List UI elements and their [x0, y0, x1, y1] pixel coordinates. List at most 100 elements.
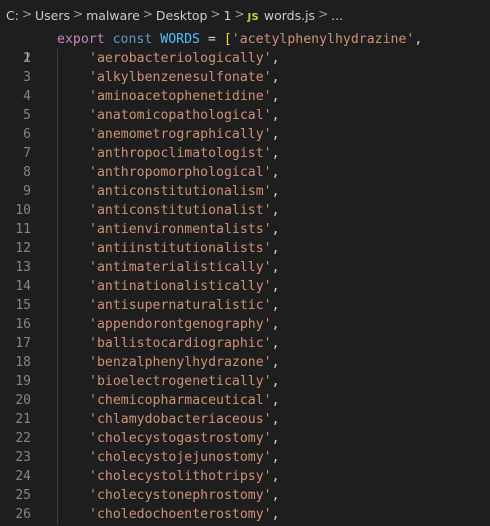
line-number: 11 — [15, 222, 31, 237]
comma: , — [271, 469, 280, 484]
comma: , — [271, 108, 280, 123]
comma: , — [271, 317, 280, 332]
indent-guide — [57, 315, 58, 334]
string-literal: 'anatomicopathological' — [89, 108, 272, 123]
indent-guide — [57, 49, 58, 68]
line-number: 6 — [23, 127, 31, 142]
string-literal: 'cholecystojejunostomy' — [89, 450, 272, 465]
code-content: 'ballistocardiographic', — [89, 334, 280, 353]
line-number: 12 — [15, 241, 31, 256]
line-number: 19 — [15, 374, 31, 389]
code-editor[interactable]: 1 export const WORDS = ['acetylphenylhyd… — [0, 30, 490, 526]
string-literal: 'benzalphenylhydrazone' — [89, 355, 272, 370]
breadcrumb-item-folder-1[interactable]: 1 — [224, 8, 232, 23]
code-line: 21 'chlamydobacteriaceous', — [0, 410, 490, 429]
comma: , — [271, 222, 280, 237]
code-content: 'anthropoclimatologist', — [89, 144, 280, 163]
indent-guide — [57, 106, 58, 125]
string-literal: 'antiinstitutionalists' — [89, 241, 272, 256]
string-literal: 'alkylbenzenesulfonate' — [89, 70, 272, 85]
comma: , — [271, 507, 280, 522]
code-content: 'cholecystojejunostomy', — [89, 448, 280, 467]
comma: , — [271, 488, 280, 503]
line-number: 15 — [15, 298, 31, 313]
identifier-words: WORDS — [160, 32, 200, 47]
code-line: 9 'anticonstitutionalism', — [0, 182, 490, 201]
string-literal: 'anthropomorphological' — [89, 165, 272, 180]
string-literal: 'bioelectrogenetically' — [89, 374, 272, 389]
indent-guide — [57, 353, 58, 372]
code-line: 19 'bioelectrogenetically', — [0, 372, 490, 391]
line-number: 9 — [23, 184, 31, 199]
code-content: 'anthropomorphological', — [89, 163, 280, 182]
keyword-export: export — [57, 32, 105, 47]
line-number: 26 — [15, 507, 31, 522]
code-line: 1 export const WORDS = ['acetylphenylhyd… — [0, 30, 490, 66]
code-line: 13 'antimaterialistically', — [0, 258, 490, 277]
code-line: 4 'aminoacetophenetidine', — [0, 87, 490, 106]
string-literal: 'anthropoclimatologist' — [89, 146, 272, 161]
line-number: 5 — [23, 108, 31, 123]
comma: , — [271, 393, 280, 408]
indent-guide — [57, 505, 58, 524]
breadcrumb-item-users[interactable]: Users — [35, 8, 70, 23]
indent-guide — [57, 334, 58, 353]
line-number: 3 — [23, 70, 31, 85]
indent-guide — [57, 220, 58, 239]
chevron-right-icon: > — [21, 7, 33, 21]
indent-guide — [57, 201, 58, 220]
indent-guide — [57, 448, 58, 467]
keyword-const: const — [112, 32, 153, 47]
comma: , — [271, 336, 280, 351]
code-content: 'cholecystogastrostomy', — [89, 429, 280, 448]
breadcrumb-item-malware[interactable]: malware — [86, 8, 140, 23]
chevron-right-icon: > — [318, 7, 329, 21]
breadcrumb-item-file[interactable]: JS words.js — [248, 8, 316, 23]
comma: , — [414, 32, 423, 47]
indent-guide — [57, 372, 58, 391]
indent-guide — [57, 125, 58, 144]
string-literal: 'anemometrographically' — [89, 127, 272, 142]
code-content: 'antiinstitutionalists', — [89, 239, 280, 258]
string-literal: 'antimaterialistically' — [89, 260, 272, 275]
line-number: 7 — [23, 146, 31, 161]
comma: , — [271, 165, 280, 180]
line-number: 4 — [23, 89, 31, 104]
code-line: 5 'anatomicopathological', — [0, 106, 490, 125]
code-content: 'antinationalistically', — [89, 277, 280, 296]
chevron-right-icon: > — [142, 7, 153, 21]
indent-guide — [57, 391, 58, 410]
code-content: 'anatomicopathological', — [89, 106, 280, 125]
code-content: 'appendorontgenography', — [89, 315, 280, 334]
code-line: 18 'benzalphenylhydrazone', — [0, 353, 490, 372]
code-line: 6 'anemometrographically', — [0, 125, 490, 144]
indent-guide — [57, 296, 58, 315]
line-number: 20 — [15, 393, 31, 408]
code-content: 'antienvironmentalists', — [89, 220, 280, 239]
comma: , — [271, 450, 280, 465]
string-literal: 'appendorontgenography' — [89, 317, 272, 332]
code-content: 'cholecystolithotripsy', — [89, 467, 280, 486]
comma: , — [271, 127, 280, 142]
comma: , — [271, 51, 280, 66]
string-literal: 'anticonstitutionalist' — [89, 203, 272, 218]
indent-guide — [57, 277, 58, 296]
code-line: 17 'ballistocardiographic', — [0, 334, 490, 353]
code-content: 'chemicopharmaceutical', — [89, 391, 280, 410]
chevron-right-icon: > — [210, 7, 221, 21]
line-number: 22 — [15, 431, 31, 446]
comma: , — [271, 203, 280, 218]
code-line: 8 'anthropomorphological', — [0, 163, 490, 182]
string-literal: 'antinationalistically' — [89, 279, 272, 294]
comma: , — [271, 70, 280, 85]
code-content: 'anticonstitutionalism', — [89, 182, 280, 201]
code-line: 3 'alkylbenzenesulfonate', — [0, 68, 490, 87]
indent-guide — [57, 410, 58, 429]
code-line: 2 'aerobacteriologically', — [0, 49, 490, 68]
breadcrumb-symbol-ellipsis[interactable]: ... — [331, 8, 343, 23]
code-line: 15 'antisupernaturalistic', — [0, 296, 490, 315]
code-line: 7 'anthropoclimatologist', — [0, 144, 490, 163]
indent-guide — [57, 467, 58, 486]
breadcrumb-item-drive[interactable]: C: — [6, 8, 19, 23]
breadcrumb-item-desktop[interactable]: Desktop — [156, 8, 208, 23]
